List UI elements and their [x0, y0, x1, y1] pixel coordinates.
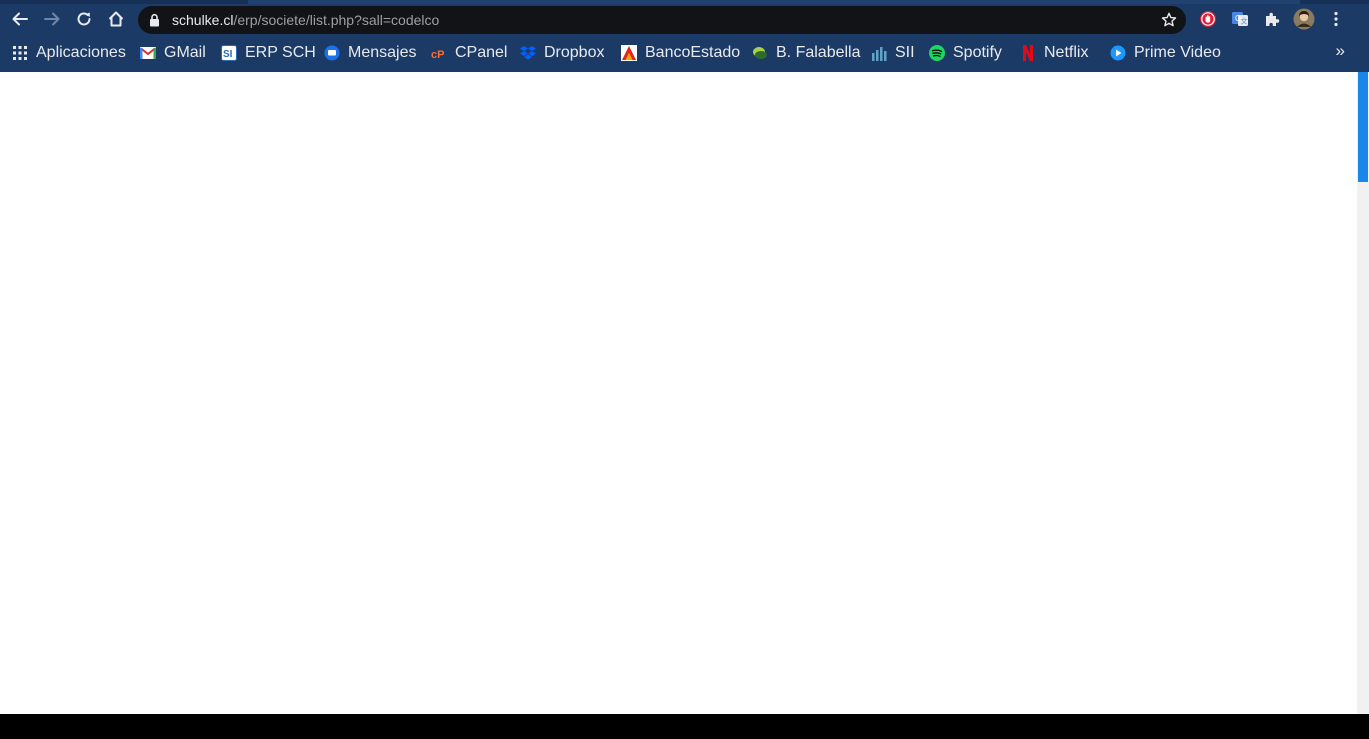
bookmark-label: CPanel	[455, 44, 508, 61]
translate-button[interactable]: G 文	[1230, 9, 1250, 29]
bookmark-label: ERP SCH	[245, 44, 316, 61]
bancoestado-icon	[621, 45, 637, 61]
lock-icon	[150, 13, 159, 27]
bookmark-label: Dropbox	[544, 44, 605, 61]
adblock-button[interactable]	[1198, 9, 1218, 29]
bookmark-dropbox[interactable]: Dropbox	[520, 42, 604, 64]
bookmark-erp-sch[interactable]: SI ERP SCH	[221, 42, 316, 64]
profile-button[interactable]	[1293, 8, 1315, 30]
page-scrollbar[interactable]	[1357, 72, 1369, 714]
cpanel-icon: cP	[431, 45, 447, 61]
reload-icon	[77, 12, 91, 26]
bookmark-label: Netflix	[1044, 44, 1089, 61]
bookmark-label: BancoEstado	[645, 44, 741, 61]
sii-icon	[871, 45, 887, 61]
svg-text:文: 文	[1241, 17, 1248, 26]
bookmark-star-icon[interactable]	[1161, 12, 1177, 28]
page-content	[0, 72, 1357, 714]
browser-toolbar: schulke.cl/erp/societe/list.php?sall=cod…	[0, 0, 1369, 38]
svg-text:SI: SI	[223, 49, 233, 60]
dropbox-icon	[520, 45, 536, 61]
url-path: /erp/societe/list.php?sall=codelco	[233, 12, 440, 28]
reload-button[interactable]	[72, 7, 96, 31]
home-button[interactable]	[104, 7, 128, 31]
bookmark-falabella[interactable]: B. Falabella	[752, 42, 861, 64]
bookmark-label: Mensajes	[348, 44, 417, 61]
home-icon	[108, 11, 124, 27]
extensions-button[interactable]	[1262, 9, 1282, 29]
scrollbar-thumb[interactable]	[1358, 72, 1368, 182]
spotify-icon	[929, 45, 945, 61]
gmail-icon	[140, 45, 156, 61]
google-translate-icon: G 文	[1232, 12, 1248, 26]
erp-icon: SI	[221, 45, 237, 61]
bookmark-label: GMail	[164, 44, 206, 61]
forward-icon	[44, 12, 60, 26]
bookmark-sii[interactable]: SII	[871, 42, 915, 64]
url-host: schulke.cl	[172, 12, 234, 28]
menu-dots-icon	[1334, 11, 1338, 27]
bookmark-netflix[interactable]: Netflix	[1020, 42, 1088, 64]
bookmark-spotify[interactable]: Spotify	[929, 42, 1002, 64]
adblock-icon	[1200, 11, 1216, 27]
forward-button[interactable]	[40, 7, 64, 31]
bookmark-mensajes[interactable]: Mensajes	[324, 42, 416, 64]
bookmark-label: Aplicaciones	[36, 44, 126, 61]
bookmarks-overflow-button[interactable]: »	[1336, 41, 1345, 61]
bookmark-bancoestado[interactable]: BancoEstado	[621, 42, 740, 64]
address-bar[interactable]: schulke.cl/erp/societe/list.php?sall=cod…	[138, 6, 1186, 34]
bookmark-gmail[interactable]: GMail	[140, 42, 206, 64]
back-button[interactable]	[8, 7, 32, 31]
netflix-icon	[1020, 45, 1036, 61]
messages-icon	[324, 45, 340, 61]
browser-chrome: schulke.cl/erp/societe/list.php?sall=cod…	[0, 0, 1369, 72]
url-text[interactable]: schulke.cl/erp/societe/list.php?sall=cod…	[172, 6, 439, 34]
apps-grid-icon	[12, 45, 28, 61]
falabella-icon	[752, 45, 768, 61]
bookmark-prime-video[interactable]: Prime Video	[1110, 42, 1221, 64]
bookmark-aplicaciones[interactable]: Aplicaciones	[12, 42, 126, 64]
svg-text:cP: cP	[431, 49, 444, 59]
extensions-puzzle-icon	[1266, 12, 1280, 26]
bookmark-label: Prime Video	[1134, 44, 1221, 61]
browser-menu-button[interactable]	[1326, 9, 1346, 29]
profile-avatar	[1293, 8, 1315, 30]
bookmark-cpanel[interactable]: cP CPanel	[431, 42, 507, 64]
bookmark-label: SII	[895, 44, 915, 61]
bookmarks-bar: Aplicaciones GMail SI ERP SCH Mensajes c…	[0, 38, 1369, 70]
screen-bottom-edge	[0, 714, 1369, 739]
primevideo-icon	[1110, 45, 1126, 61]
bookmark-label: Spotify	[953, 44, 1002, 61]
back-icon	[12, 12, 28, 26]
bookmark-label: B. Falabella	[776, 44, 861, 61]
